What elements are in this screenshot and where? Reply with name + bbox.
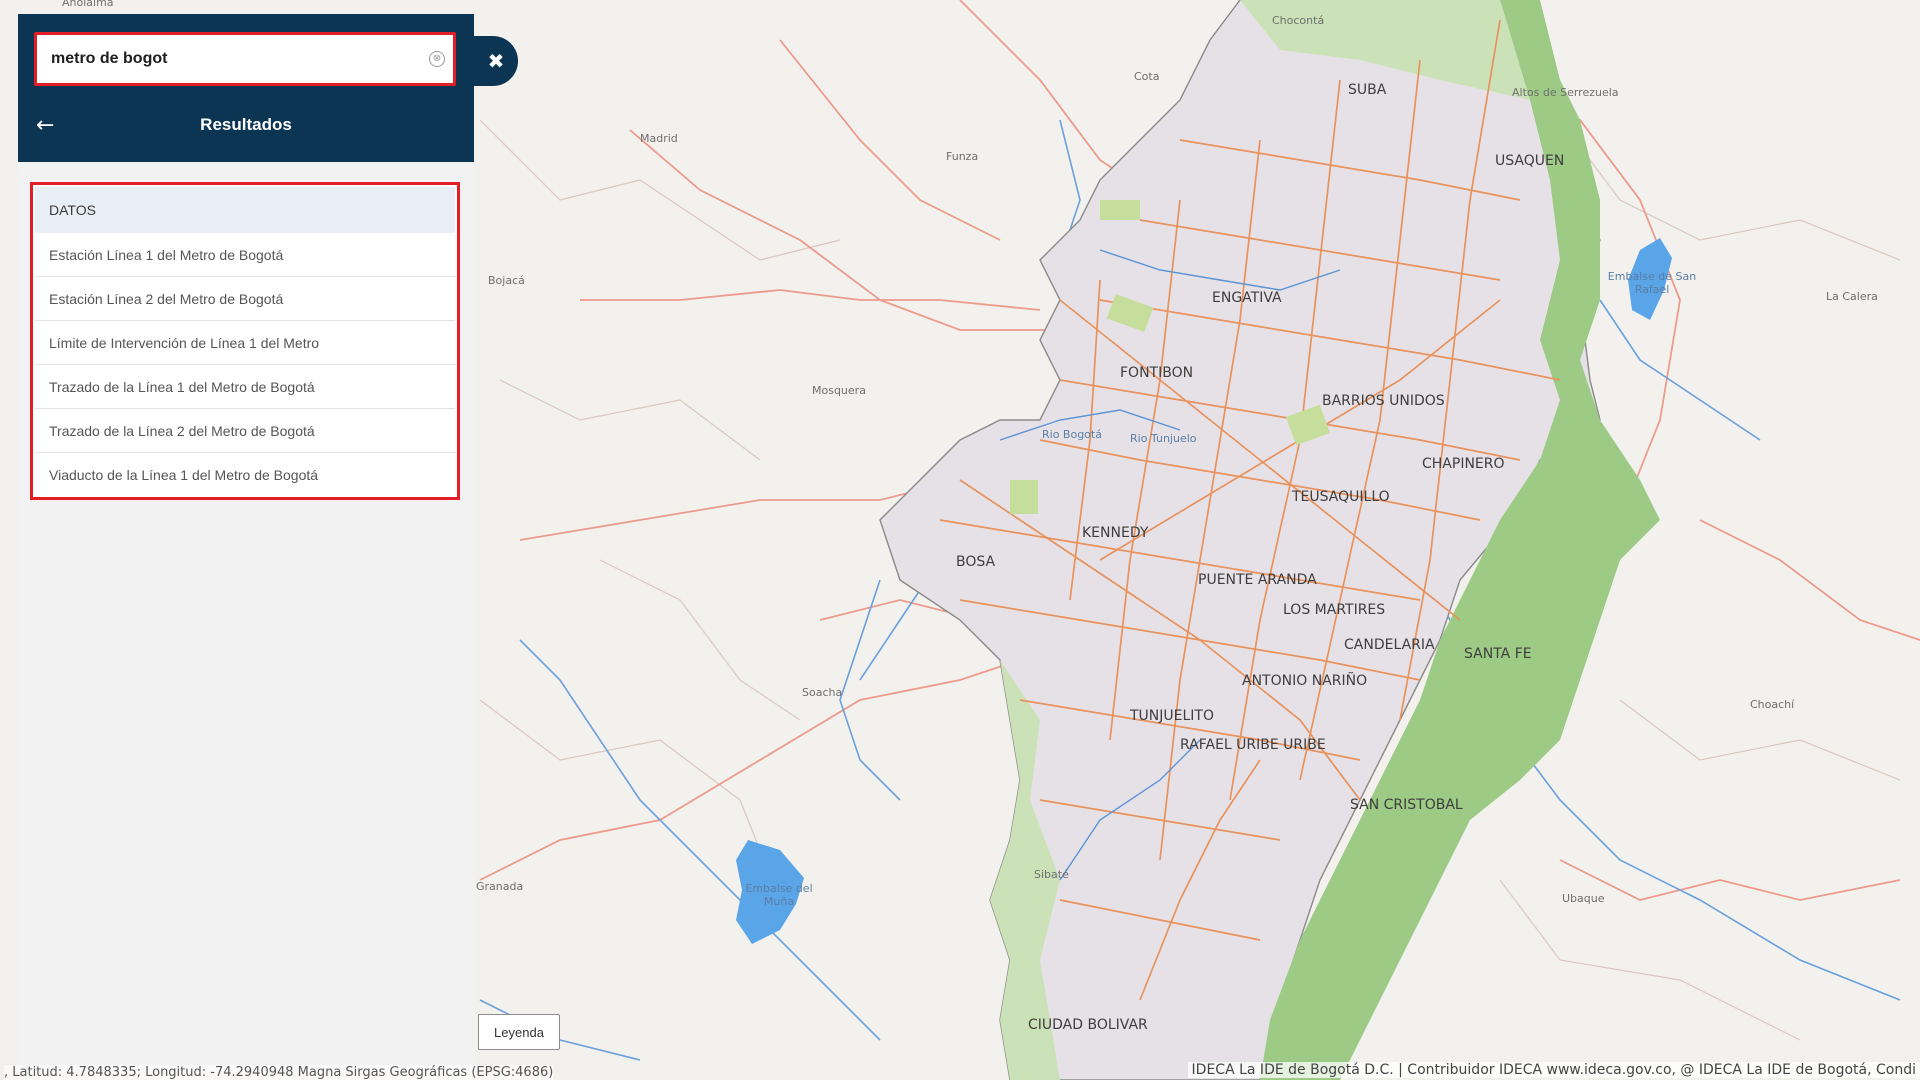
map-label-usaquen: USAQUEN (1495, 153, 1565, 169)
map-label-rio-bogota: Rio Bogotá (1042, 428, 1102, 441)
map-label-kennedy: KENNEDY (1082, 525, 1149, 541)
map-label-sibate: Sibaté (1034, 868, 1069, 881)
map-label-cota: Cota (1134, 70, 1160, 83)
map-label-santa-fe: SANTA FE (1464, 646, 1532, 662)
map-label-ubaque: Ubaque (1562, 892, 1605, 905)
map-label-granada: Granada (476, 880, 524, 893)
panel-header: ⊗ ← Resultados (18, 14, 474, 162)
map-label-barrios-unidos: BARRIOS UNIDOS (1322, 393, 1445, 409)
map-label-choconta: Chocontá (1272, 14, 1325, 27)
map-label-rio-tunjuelo: Rio Tunjuelo (1130, 432, 1197, 445)
map-label-teusaquillo: TEUSAQUILLO (1292, 489, 1390, 505)
map-label-la-calera: La Calera (1826, 290, 1878, 303)
clear-search-icon[interactable]: ⊗ (429, 51, 445, 67)
map-label-engativa: ENGATIVA (1212, 290, 1282, 306)
map-label-bojaca: Bojacá (488, 274, 525, 287)
map-label-puente-aranda: PUENTE ARANDA (1198, 572, 1317, 588)
map-label-candelaria: CANDELARIA (1344, 637, 1435, 653)
map-label-chapinero: CHAPINERO (1422, 456, 1505, 472)
map-label-tunjuelito: TUNJUELITO (1130, 708, 1214, 724)
result-item[interactable]: Estación Línea 1 del Metro de Bogotá (35, 233, 455, 277)
result-item[interactable]: Estación Línea 2 del Metro de Bogotá (35, 277, 455, 321)
map-label-anolaima: Anolaima (62, 0, 114, 9)
search-input[interactable] (51, 45, 391, 73)
map-label-embalse-san-rafael: Embalse de San Rafael (1607, 270, 1697, 296)
map-label-soacha: Soacha (802, 686, 843, 699)
map-label-embalse-muna: Embalse del Muña (745, 882, 813, 908)
map-label-ciudad-bolivar: CIUDAD BOLIVAR (1028, 1017, 1148, 1033)
map-label-mosquera: Mosquera (812, 384, 866, 397)
search-box[interactable]: ⊗ (34, 32, 456, 86)
map-label-antonio-narino: ANTONIO NARIÑO (1242, 673, 1368, 689)
map-label-bosa: BOSA (956, 554, 996, 570)
map-label-altos-de-serrezuela: Altos de Serrezuela (1512, 86, 1619, 99)
result-item[interactable]: Límite de Intervención de Línea 1 del Me… (35, 321, 455, 365)
coordinates-readout: , Latitud: 4.7848335; Longitud: -74.2940… (4, 1065, 554, 1080)
search-panel: ⊗ ← Resultados DATOS Estación Línea 1 de… (18, 14, 474, 1076)
results-list: DATOS Estación Línea 1 del Metro de Bogo… (30, 182, 460, 500)
panel-title: Resultados (200, 115, 292, 134)
map-label-rafael-uribe-uribe: RAFAEL URIBE URIBE (1180, 737, 1326, 753)
map-label-funza: Funza (946, 150, 979, 163)
map-label-fontibon: FONTIBON (1120, 365, 1194, 381)
map-label-suba: SUBA (1348, 82, 1387, 98)
map-label-los-martires: LOS MARTIRES (1283, 602, 1386, 618)
legend-button[interactable]: Leyenda (478, 1014, 560, 1050)
result-item[interactable]: Trazado de la Línea 1 del Metro de Bogot… (35, 365, 455, 409)
results-section-header: DATOS (35, 187, 455, 233)
result-item[interactable]: Viaducto de la Línea 1 del Metro de Bogo… (35, 453, 455, 497)
map-attribution: IDECA La IDE de Bogotá D.C. | Contribuid… (1187, 1062, 1920, 1078)
map-label-madrid: Madrid (640, 132, 678, 145)
result-item[interactable]: Trazado de la Línea 2 del Metro de Bogot… (35, 409, 455, 453)
map-label-choachi: Choachí (1750, 698, 1795, 711)
map-label-san-cristobal: SAN CRISTOBAL (1350, 797, 1463, 813)
